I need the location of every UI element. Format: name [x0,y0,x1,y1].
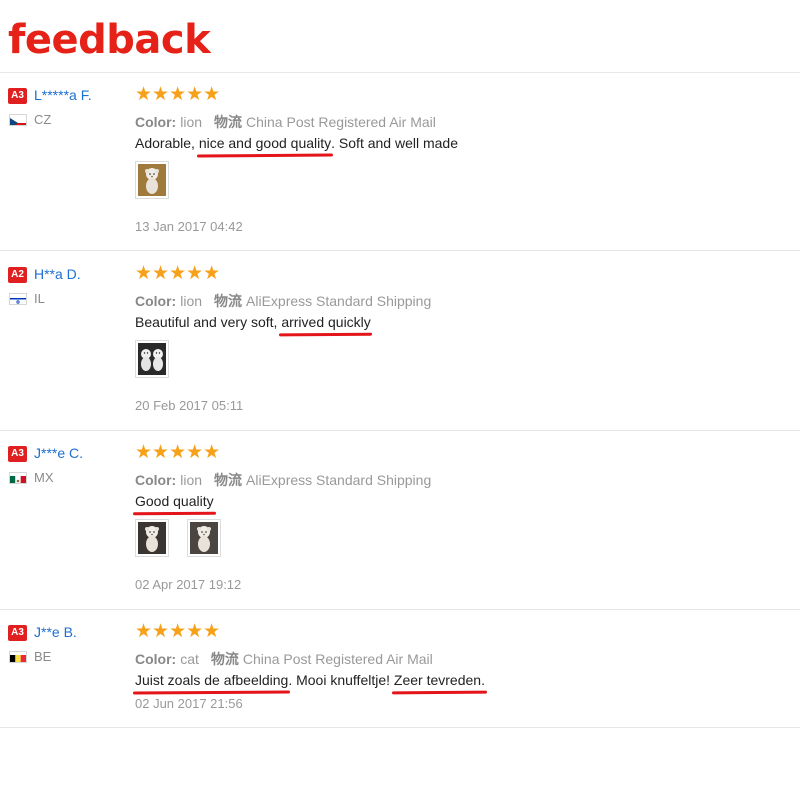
page-title: feedback [8,17,211,63]
country-flag-icon [9,651,27,663]
review-text: Good quality [135,493,214,509]
review-photo-thumbnail[interactable] [135,161,169,199]
review-divider [0,727,800,728]
buyer-name-link[interactable]: L*****a F. [34,87,92,103]
review-date: 02 Apr 2017 19:12 [135,577,242,592]
shipping-method: China Post Registered Air Mail [242,651,433,667]
order-attributes: Color: lion 物流 AliExpress Standard Shipping [135,470,431,490]
header-divider [0,72,800,73]
country-code: BE [34,649,52,664]
order-attributes: Color: lion 物流 AliExpress Standard Shipping [135,291,431,311]
highlighted-phrase: arrived quickly [281,314,371,330]
plush-toy-photo [138,522,166,554]
country-code: CZ [34,112,52,127]
review-photo-thumbnail[interactable] [135,340,169,378]
buyer-level-badge: A3 [8,88,27,104]
shipping-method: China Post Registered Air Mail [246,114,436,130]
order-attributes: Color: cat 物流 China Post Registered Air Mai… [135,649,433,669]
review-text-segment: Beautiful and very soft, [135,314,282,330]
review-text-segment: . Soft and well made [331,135,459,151]
color-label: Color: [135,114,177,130]
plush-toy-photo [138,343,166,375]
color-label: Color: [135,651,177,667]
buyer-name-link[interactable]: J***e C. [34,445,83,461]
review-date: 02 Jun 2017 21:56 [135,696,243,711]
shipping-label: 物流 [210,651,239,667]
highlighted-phrase: nice and good quality [198,135,332,151]
review-divider [0,250,800,251]
country-flag-icon [9,472,27,484]
review-divider [0,430,800,431]
shipping-method: AliExpress Standard Shipping [246,472,432,488]
color-value: cat [180,651,199,667]
country-flag-icon [9,293,27,305]
country-flag-icon [9,114,27,126]
buyer-level-badge: A2 [8,267,27,283]
review-text-segment: Adorable, [135,135,199,151]
review-text: Beautiful and very soft, arrived quickly [135,314,371,330]
shipping-label: 物流 [214,114,243,130]
color-label: Color: [135,472,177,488]
buyer-name-link[interactable]: H**a D. [34,266,81,282]
star-rating: ★★★★★ [135,621,221,642]
review-photo-thumbnail[interactable] [135,519,169,557]
shipping-label: 物流 [214,472,243,488]
color-value: lion [180,293,203,309]
plush-toy-photo [138,164,166,196]
star-rating: ★★★★★ [135,263,221,284]
buyer-level-badge: A3 [8,446,27,462]
color-value: lion [180,472,203,488]
review-text: Adorable, nice and good quality. Soft an… [135,135,458,151]
order-attributes: Color: lion 物流 China Post Registered Air Ma… [135,112,436,132]
review-text: Juist zoals de afbeelding. Mooi knuffelt… [135,672,485,688]
star-rating: ★★★★★ [135,84,221,105]
review-divider [0,609,800,610]
buyer-name-link[interactable]: J**e B. [34,624,77,640]
star-rating: ★★★★★ [135,442,221,463]
shipping-label: 物流 [214,293,243,309]
country-code: MX [34,470,54,485]
buyer-level-badge: A3 [8,625,27,641]
review-date: 20 Feb 2017 05:11 [135,398,244,413]
color-value: lion [180,114,203,130]
review-photo-thumbnail[interactable] [187,519,221,557]
review-text-segment: . Mooi knuffeltje! [288,672,394,688]
highlighted-phrase: Good quality [135,493,214,509]
highlighted-phrase: Juist zoals de afbeelding [135,672,289,688]
plush-toy-photo [190,522,218,554]
review-date: 13 Jan 2017 04:42 [135,219,243,234]
shipping-method: AliExpress Standard Shipping [246,293,432,309]
country-code: IL [34,291,45,306]
color-label: Color: [135,293,177,309]
highlighted-phrase: Zeer tevreden. [393,672,485,688]
